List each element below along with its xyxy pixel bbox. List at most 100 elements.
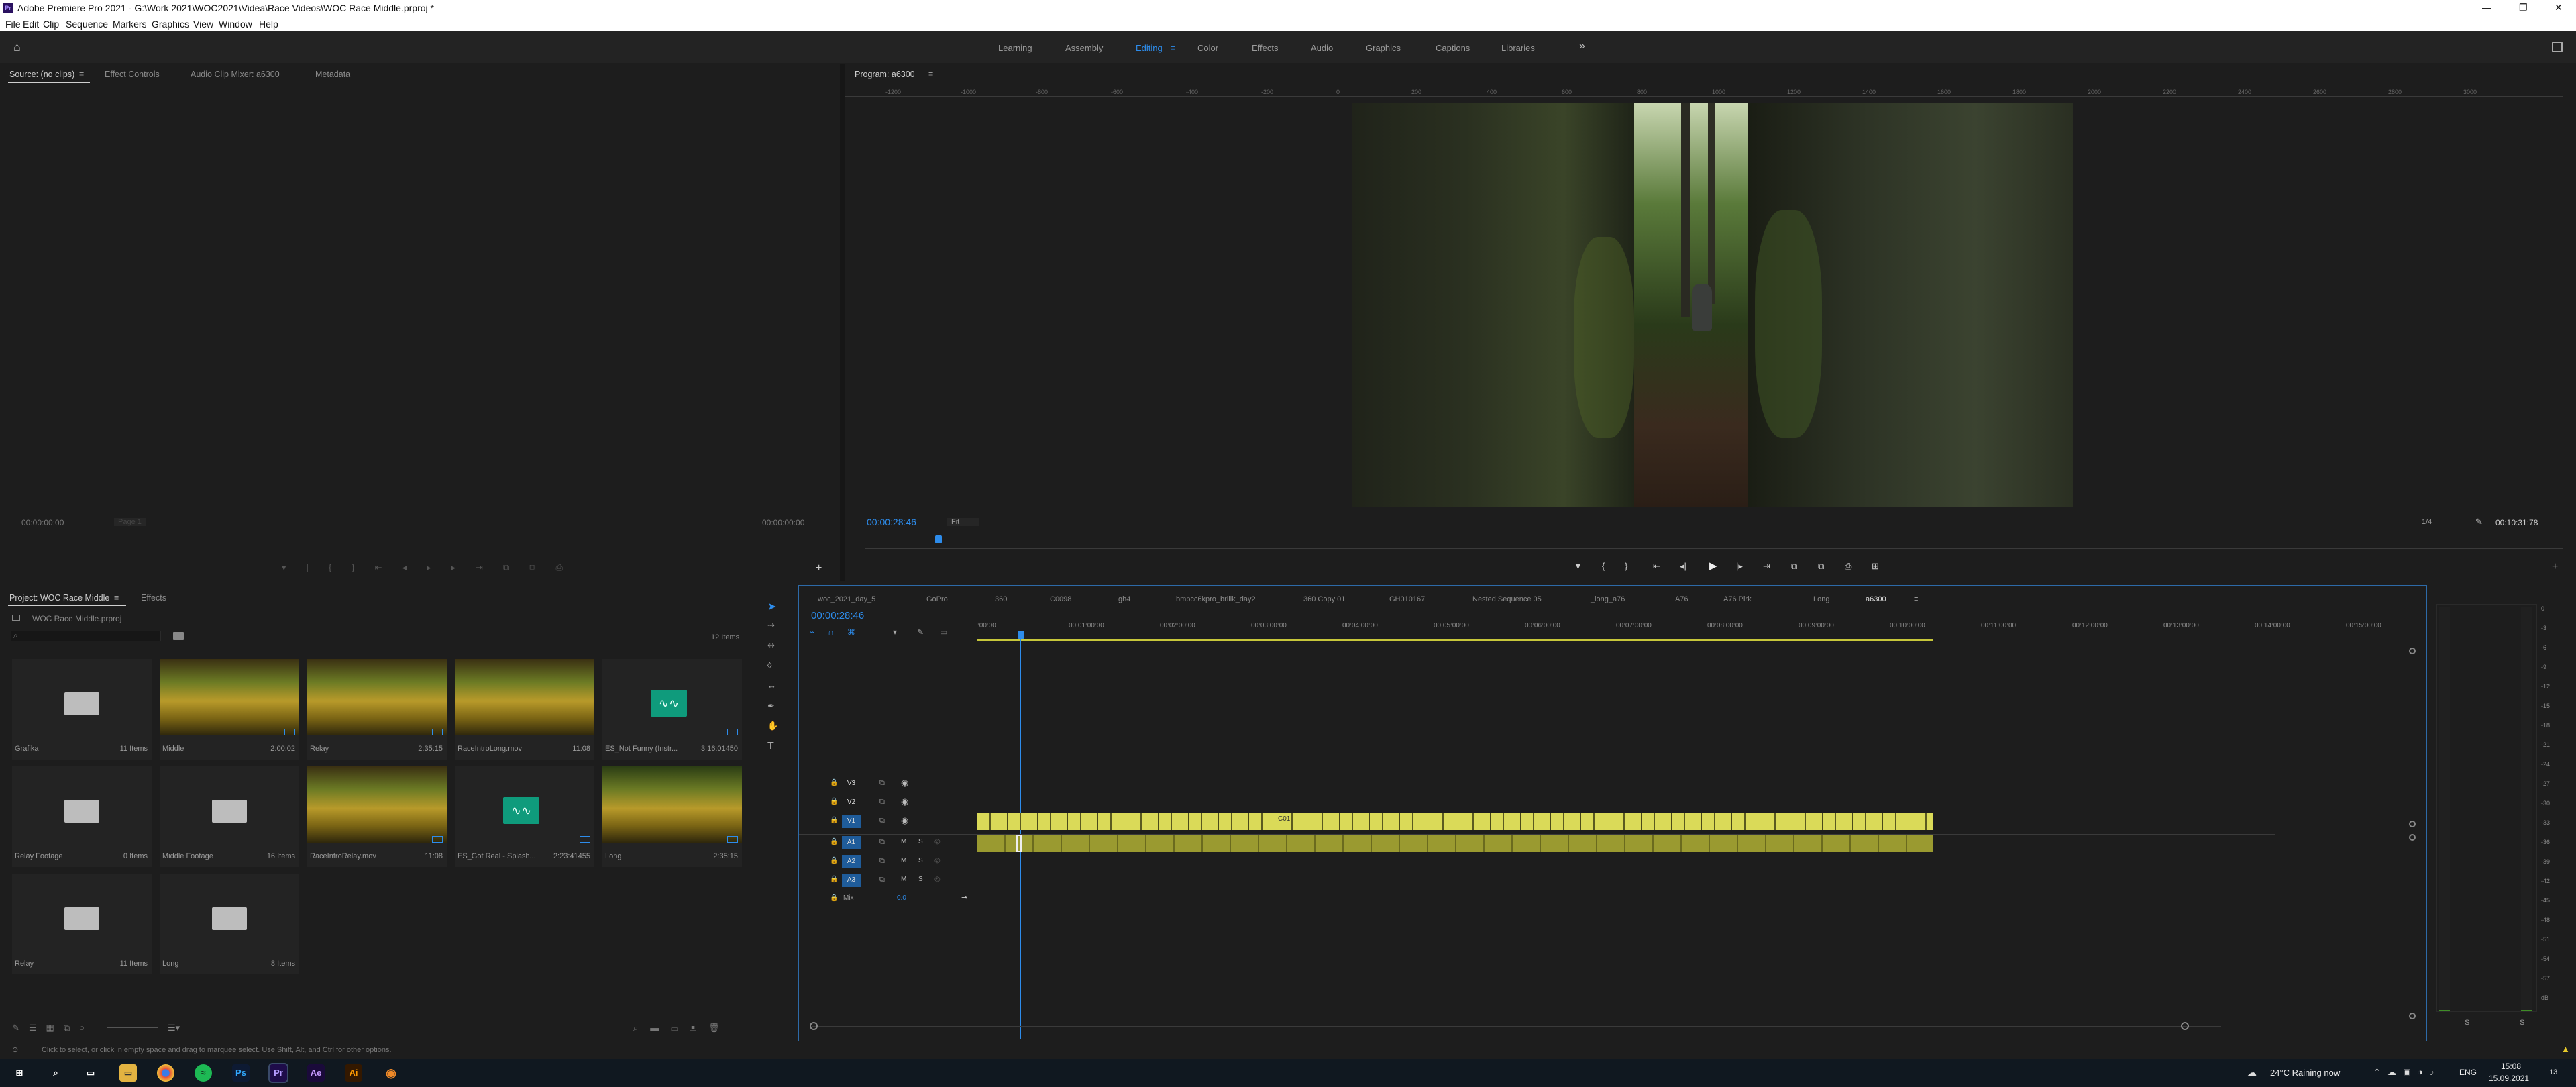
lock-icon[interactable]: 🔒 bbox=[830, 894, 838, 902]
language-indicator[interactable]: ENG bbox=[2459, 1068, 2477, 1077]
track-target-toggle[interactable]: V2 bbox=[842, 796, 861, 809]
eye-icon[interactable]: ◉ bbox=[901, 815, 908, 826]
lock-icon[interactable]: 🔒 bbox=[830, 779, 838, 786]
menu-edit[interactable]: Edit bbox=[23, 19, 39, 30]
project-search-input[interactable] bbox=[11, 631, 161, 641]
workspace-graphics[interactable]: Graphics bbox=[1366, 43, 1401, 53]
project-item[interactable]: Long 2:35:15 bbox=[602, 766, 742, 867]
timeline-tab[interactable]: gh4 bbox=[1118, 595, 1130, 603]
lock-icon[interactable]: 🔒 bbox=[830, 838, 838, 845]
search-icon-taskbar[interactable]: ⌕ bbox=[47, 1064, 64, 1082]
timeline-tab[interactable]: bmpcc6kpro_brilik_day2 bbox=[1176, 595, 1256, 603]
tab-audio-clip-mixer[interactable]: Audio Clip Mixer: a6300 bbox=[191, 70, 280, 79]
timeline-toolbar-icons[interactable]: ⌁∩⌘ bbox=[810, 627, 869, 637]
menu-view[interactable]: View bbox=[193, 19, 213, 30]
timeline-tab[interactable]: A76 Pirk bbox=[1723, 595, 1752, 603]
v1-clip-track[interactable] bbox=[977, 813, 1933, 830]
export-frame-icon[interactable]: ⎙ bbox=[1845, 561, 1851, 572]
voiceover-mic-icon[interactable]: ◎ bbox=[934, 876, 941, 883]
extract-icon[interactable]: ⧉ bbox=[1818, 561, 1824, 572]
timeline-v-scroll-handle-2[interactable] bbox=[2409, 821, 2416, 827]
panel-divider[interactable] bbox=[840, 64, 845, 581]
lock-icon[interactable]: 🔒 bbox=[830, 857, 838, 864]
project-item[interactable]: Relay 11 Items bbox=[12, 874, 152, 974]
solo-button[interactable]: S bbox=[918, 857, 923, 864]
tab-program[interactable]: Program: a6300 bbox=[855, 70, 915, 79]
new-search-bin-icon[interactable] bbox=[173, 632, 184, 640]
meter-solo-right[interactable]: S bbox=[2520, 1019, 2524, 1027]
project-item[interactable]: Long 8 Items bbox=[160, 874, 299, 974]
program-video-frame[interactable] bbox=[1352, 103, 2073, 507]
close-button[interactable]: ✕ bbox=[2555, 2, 2563, 13]
timeline-tab[interactable]: 360 bbox=[995, 595, 1007, 603]
timeline-settings-icon[interactable]: ✎ bbox=[917, 627, 924, 637]
sort-icon[interactable]: ☰▾ bbox=[168, 1023, 180, 1033]
menu-graphics[interactable]: Graphics bbox=[152, 19, 189, 30]
after-effects-icon[interactable]: Ae bbox=[307, 1064, 325, 1082]
selection-tool-icon[interactable]: ➤ bbox=[767, 600, 776, 613]
spotify-icon[interactable]: ≈ bbox=[195, 1064, 212, 1082]
workspace-learning[interactable]: Learning bbox=[998, 43, 1032, 53]
timeline-timecode[interactable]: 00:00:28:46 bbox=[811, 610, 864, 621]
program-scrub-bar[interactable] bbox=[865, 548, 2563, 549]
track-target-toggle[interactable]: V1 bbox=[842, 815, 861, 828]
file-explorer-icon[interactable]: ▭ bbox=[119, 1064, 137, 1082]
timeline-v-scroll-handle-4[interactable] bbox=[2409, 1013, 2416, 1019]
track-select-tool-icon[interactable]: ⇢ bbox=[767, 620, 775, 631]
sync-lock-icon[interactable]: ⧉ bbox=[879, 876, 885, 884]
scroll-end-handle[interactable] bbox=[2181, 1022, 2189, 1030]
illustrator-icon[interactable]: Ai bbox=[345, 1064, 362, 1082]
source-add-button[interactable]: + bbox=[816, 562, 822, 574]
timeline-tab[interactable]: GoPro bbox=[926, 595, 948, 603]
program-timecode[interactable]: 00:00:28:46 bbox=[867, 517, 916, 527]
solo-button[interactable]: S bbox=[918, 876, 923, 883]
mute-button[interactable]: M bbox=[901, 876, 906, 883]
premiere-icon[interactable]: Pr bbox=[268, 1063, 288, 1083]
sync-lock-icon[interactable]: ⧉ bbox=[879, 838, 885, 847]
timeline-work-area-bar[interactable] bbox=[977, 639, 1933, 641]
tab-source[interactable]: Source: (no clips) bbox=[9, 70, 74, 79]
play-icon[interactable]: ▶ bbox=[1709, 560, 1717, 572]
workspace-assembly[interactable]: Assembly bbox=[1065, 43, 1103, 53]
sync-lock-icon[interactable]: ⧉ bbox=[879, 779, 885, 788]
lift-icon[interactable]: ⧉ bbox=[1791, 561, 1797, 572]
timeline-tab[interactable]: Long bbox=[1813, 595, 1829, 603]
timeline-tab[interactable]: A76 bbox=[1675, 595, 1688, 603]
ripple-edit-tool-icon[interactable]: ⇹ bbox=[767, 640, 775, 651]
menu-file[interactable]: File bbox=[5, 19, 21, 30]
captions-icon[interactable]: ▭ bbox=[940, 627, 947, 637]
workspace-effects[interactable]: Effects bbox=[1252, 43, 1279, 53]
tray-icons[interactable]: ⌃☁▣◑♪ bbox=[2373, 1067, 2441, 1078]
step-forward-icon[interactable]: |▸ bbox=[1736, 561, 1743, 572]
track-target-toggle[interactable]: A1 bbox=[842, 836, 861, 849]
lock-icon[interactable]: 🔒 bbox=[830, 817, 838, 824]
wrench-icon[interactable]: ✎ bbox=[2475, 517, 2483, 527]
project-item[interactable]: Middle 2:00:02 bbox=[160, 659, 299, 760]
timeline-tab[interactable]: _long_a76 bbox=[1591, 595, 1625, 603]
timeline-v-scroll-handle[interactable] bbox=[2409, 648, 2416, 654]
clock-time[interactable]: 15:08 bbox=[2501, 1062, 2521, 1071]
timeline-tab[interactable]: woc_2021_day_5 bbox=[818, 595, 875, 603]
mark-out-icon[interactable]: } bbox=[1625, 561, 1627, 571]
project-item[interactable]: Grafika 11 Items bbox=[12, 659, 152, 760]
timeline-v-scroll-handle-3[interactable] bbox=[2409, 834, 2416, 841]
eye-icon[interactable]: ◉ bbox=[901, 796, 908, 807]
notification-badge[interactable]: 13 bbox=[2549, 1068, 2557, 1076]
mute-button[interactable]: M bbox=[901, 857, 906, 864]
type-tool-icon[interactable]: T bbox=[767, 741, 774, 753]
track-target-toggle[interactable]: A2 bbox=[842, 855, 861, 868]
slip-tool-icon[interactable]: ↔ bbox=[767, 680, 776, 690]
home-icon[interactable]: ⌂ bbox=[13, 41, 25, 53]
workspace-captions[interactable]: Captions bbox=[1436, 43, 1470, 53]
go-to-in-icon[interactable]: ⇤ bbox=[1653, 561, 1660, 572]
mix-arrow-icon[interactable]: ⇥ bbox=[961, 893, 967, 902]
menu-markers[interactable]: Markers bbox=[113, 19, 147, 30]
timeline-playhead-head[interactable] bbox=[1018, 631, 1024, 639]
timeline-tab[interactable]: C0098 bbox=[1050, 595, 1071, 603]
tab-project[interactable]: Project: WOC Race Middle bbox=[9, 593, 109, 603]
timeline-tab[interactable]: GH010167 bbox=[1389, 595, 1425, 603]
compare-view-icon[interactable]: ⊞ bbox=[1872, 561, 1879, 572]
program-playhead[interactable] bbox=[935, 535, 942, 544]
blender-icon[interactable]: ◉ bbox=[382, 1064, 400, 1082]
project-item[interactable]: Relay Footage 0 Items bbox=[12, 766, 152, 867]
